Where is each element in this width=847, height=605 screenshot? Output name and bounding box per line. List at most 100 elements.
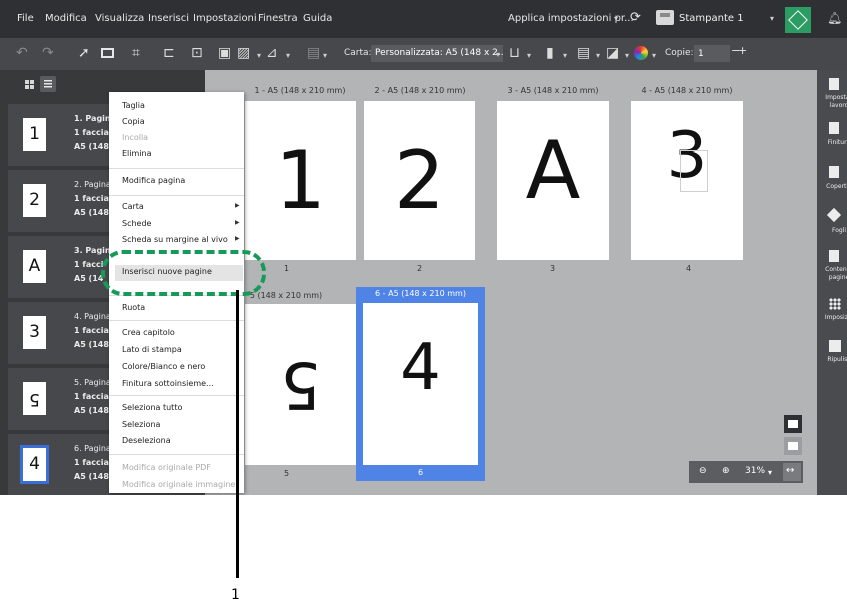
chevron-down-icon[interactable]: ▾ [768, 468, 772, 477]
page-layout-icon[interactable]: ⊡ [191, 45, 203, 61]
page-label: 6 - A5 (148 x 210 mm) [375, 289, 466, 298]
chevron-down-icon[interactable]: ▾ [323, 51, 327, 60]
menu-finestra[interactable]: Finestra [258, 13, 298, 24]
copies-input[interactable] [694, 45, 730, 62]
page-thumbnail: A [23, 250, 46, 283]
callout-highlight [101, 250, 266, 296]
text-icon[interactable]: ▣ [218, 45, 231, 61]
shift-icon[interactable]: ⊿ [266, 45, 278, 61]
zoom-controls: ⊖ ⊕ 31% ▾ ↔ [689, 461, 803, 483]
chevron-down-icon[interactable]: ▾ [770, 14, 774, 23]
pointer-icon[interactable]: ➚ [78, 45, 90, 61]
fit-page-button[interactable]: ↔ [783, 463, 801, 481]
page-title: 4. Pagina [74, 312, 111, 321]
cover-icon [829, 166, 839, 178]
page-thumbnail: 4 [363, 303, 478, 465]
menu-item-print-side[interactable]: Lato di stampa [122, 345, 182, 354]
chevron-down-icon[interactable]: ▾ [527, 51, 531, 60]
print-button[interactable] [785, 7, 811, 33]
menu-item-copy[interactable]: Copia [122, 117, 145, 126]
zoom-in-icon[interactable]: ⊕ [722, 466, 730, 476]
zoom-out-icon[interactable]: ⊖ [699, 466, 707, 476]
menu-item-paper[interactable]: Carta [122, 202, 144, 211]
chevron-down-icon[interactable]: ▾ [286, 51, 290, 60]
menu-item-delete[interactable]: Elimina [122, 149, 152, 158]
binding-icon[interactable]: ▮ [546, 45, 554, 61]
page-label: 4 - A5 (148 x 210 mm) [641, 86, 733, 95]
staple-icon[interactable]: ▤ [577, 45, 590, 61]
duplex-icon[interactable]: ⊔ [509, 45, 520, 61]
fit-width-icon: ↔ [786, 465, 795, 476]
menu-item-select-all[interactable]: Seleziona tutto [122, 403, 182, 412]
page-title: 2. Pagina [74, 180, 111, 189]
panel-label: Contenut [825, 266, 847, 273]
menu-item-edit-page[interactable]: Modifica pagina [122, 176, 185, 185]
page-number: 4 [686, 264, 692, 273]
trim-icon[interactable]: ⊏ [163, 45, 175, 61]
zoom-level-select[interactable]: 31% [745, 466, 765, 476]
chevron-down-icon[interactable]: ▾ [625, 51, 629, 60]
menu-separator [109, 168, 244, 169]
page-thumbnail[interactable]: 2 [364, 101, 475, 260]
panel-label: Finitura [827, 139, 847, 146]
chevron-down-icon[interactable]: ▾ [563, 51, 567, 60]
image-icon[interactable]: ▨ [237, 45, 250, 61]
copies-increment-button[interactable]: + [738, 44, 747, 57]
menu-item-deselect[interactable]: Deseleziona [122, 436, 171, 445]
panel-label: lavoro [829, 102, 847, 109]
menu-bar: File Modifica Visualizza Inserisci Impos… [0, 0, 847, 38]
chevron-down-icon[interactable]: ▾ [614, 14, 618, 23]
undo-icon[interactable]: ↶ [16, 45, 28, 61]
print-diamond-icon [788, 10, 808, 30]
bell-icon[interactable]: 🔔︎ [827, 11, 842, 25]
list-view-icon[interactable] [40, 76, 56, 92]
menu-item-color-bw[interactable]: Colore/Bianco e nero [122, 362, 205, 371]
page-thumbnail[interactable]: 1 [245, 101, 356, 260]
panel-label: Fogli [831, 227, 847, 234]
menu-impostazioni[interactable]: Impostazioni [193, 13, 257, 24]
refresh-icon[interactable]: ⟳ [630, 10, 641, 25]
chevron-down-icon[interactable]: ▾ [496, 50, 500, 59]
menu-item-edit-pdf[interactable]: Modifica originale PDF [122, 463, 211, 472]
menu-item-cut[interactable]: Taglia [122, 101, 145, 110]
menu-item-bleed-tab[interactable]: Scheda su margine al vivo [122, 235, 228, 244]
menu-separator [109, 454, 244, 455]
finishing-icon [829, 122, 839, 134]
menu-item-paste[interactable]: Incolla [122, 133, 148, 142]
menu-item-rotate[interactable]: Ruota [122, 303, 145, 312]
page-number: 5 [284, 469, 290, 478]
menu-item-edit-image[interactable]: Modifica originale immagine [122, 480, 235, 489]
page-selected[interactable]: 6 - A5 (148 x 210 mm) 4 6 [356, 287, 485, 481]
chevron-down-icon[interactable]: ▾ [596, 51, 600, 60]
page-thumbnail[interactable]: A [497, 101, 609, 260]
chevron-down-icon[interactable]: ▾ [652, 51, 656, 60]
page-thumbnail[interactable]: 5 [245, 304, 356, 465]
menu-item-tabs[interactable]: Schede [122, 219, 151, 228]
menu-item-subset-finishing[interactable]: Finitura sottoinsieme... [122, 379, 214, 388]
menu-separator [109, 395, 244, 396]
document-icon[interactable]: ▤ [307, 45, 320, 61]
paper-select[interactable]: Personalizzata: A5 (148 x 2... [371, 45, 503, 62]
menu-visualizza[interactable]: Visualizza [95, 13, 144, 24]
rectangle-select-icon[interactable] [101, 48, 114, 58]
redo-icon[interactable]: ↷ [42, 45, 54, 61]
punch-icon[interactable]: ◪ [606, 45, 619, 61]
printer-icon [656, 10, 674, 25]
menu-guida[interactable]: Guida [303, 13, 332, 24]
menu-item-select[interactable]: Seleziona [122, 420, 160, 429]
menu-modifica[interactable]: Modifica [45, 13, 87, 24]
page-title: 5. Pagina [74, 378, 111, 387]
grid-view-icon[interactable] [25, 80, 34, 89]
submenu-arrow-icon: ▶ [235, 235, 240, 242]
menu-file[interactable]: File [17, 13, 34, 24]
menu-inserisci[interactable]: Inserisci [148, 13, 189, 24]
color-mode-icon[interactable] [634, 46, 648, 60]
copies-label: Copie: [665, 48, 694, 58]
chevron-down-icon[interactable]: ▾ [257, 51, 261, 60]
spread-view-button[interactable] [784, 415, 802, 433]
booklet-view-button[interactable] [784, 437, 802, 455]
page-title: 6. Pagina [74, 444, 111, 453]
menu-item-create-chapter[interactable]: Crea capitolo [122, 328, 175, 337]
printer-selector[interactable]: Stampante 1 [679, 13, 744, 24]
crop-marks-icon[interactable]: ⌗ [132, 45, 140, 61]
